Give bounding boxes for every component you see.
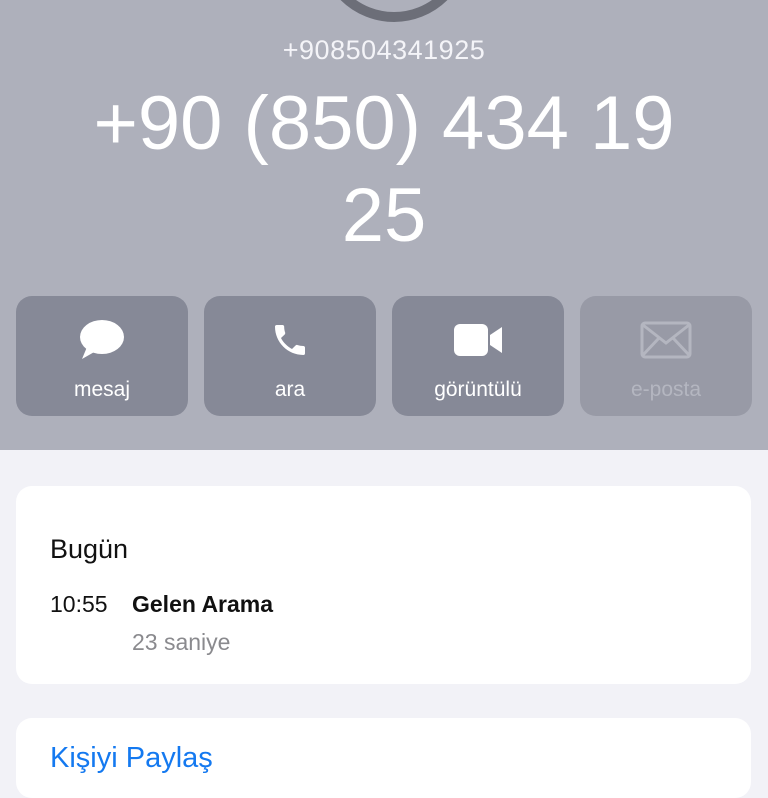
email-button[interactable]: e-posta <box>580 296 752 416</box>
email-button-label: e-posta <box>630 378 702 401</box>
phone-icon <box>264 318 316 362</box>
call-button[interactable]: ara <box>204 296 376 416</box>
contact-name: +90 (850) 434 19 25 <box>93 81 675 258</box>
call-type: Gelen Arama <box>132 591 274 617</box>
message-button[interactable]: mesaj <box>16 296 188 416</box>
video-camera-icon <box>452 318 504 362</box>
share-contact-link[interactable]: Kişiyi Paylaş <box>50 742 213 775</box>
contact-header: +908504341925 +90 (850) 434 19 25 mesaj … <box>0 0 768 450</box>
share-contact-card: Kişiyi Paylaş <box>16 718 751 798</box>
call-button-label: ara <box>274 378 306 401</box>
envelope-icon <box>640 318 692 362</box>
avatar[interactable] <box>318 0 470 22</box>
phone-number-raw: +908504341925 <box>282 35 486 65</box>
video-call-button[interactable]: görüntülü <box>392 296 564 416</box>
call-history-card: Bugün 10:55 Gelen Arama 23 saniye <box>16 486 751 684</box>
video-call-button-label: görüntülü <box>434 378 522 401</box>
message-button-label: mesaj <box>73 378 131 401</box>
call-duration: 23 saniye <box>132 629 231 655</box>
quick-actions: mesaj ara görüntülü e-posta <box>16 296 752 416</box>
message-bubble-icon <box>76 318 128 362</box>
call-history-day: Bugün <box>50 534 129 564</box>
call-time: 10:55 <box>50 591 108 617</box>
